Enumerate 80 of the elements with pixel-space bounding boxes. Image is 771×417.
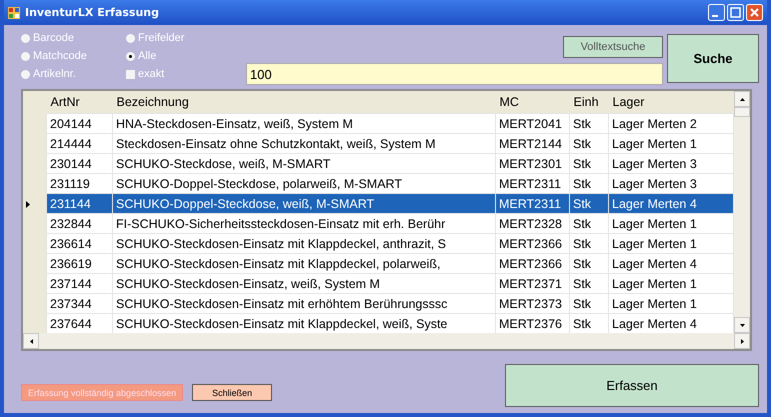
fulltext-search-button[interactable]: Volltextsuche xyxy=(563,36,663,58)
radio-button[interactable] xyxy=(126,52,135,60)
table-cell: SCHUKO-Steckdosen-Einsatz, weiß, System M xyxy=(112,274,496,294)
radio-button[interactable] xyxy=(21,70,30,78)
table-cell: MERT2041 xyxy=(496,114,570,134)
column-header[interactable]: Bezeichnung xyxy=(112,91,496,114)
table-cell: Stk xyxy=(570,254,608,274)
table-cell: Stk xyxy=(570,274,608,294)
table-cell: MERT2311 xyxy=(496,194,570,214)
column-header[interactable]: ArtNr xyxy=(46,91,112,114)
table-cell: Lager Merten 1 xyxy=(608,214,734,234)
scroll-down-icon[interactable] xyxy=(740,324,744,326)
table-cell: 237344 xyxy=(46,294,112,314)
vertical-scrollbar[interactable] xyxy=(734,91,750,333)
window-title: InventurLX Erfassung xyxy=(25,6,159,19)
table-cell: MERT2144 xyxy=(496,134,570,154)
table-cell: Steckdosen-Einsatz ohne Schutzkontakt, weiß, System M xyxy=(112,134,496,154)
table-cell: Stk xyxy=(570,214,608,234)
radio-button[interactable] xyxy=(126,34,135,42)
table-cell: FI-SCHUKO-Sicherheitssteckdosen-Einsatz mit erh. Berühr xyxy=(112,214,496,234)
table-cell: 236619 xyxy=(46,254,112,274)
table-cell: HNA-Steckdosen-Einsatz, weiß, System M xyxy=(112,114,496,134)
close-button[interactable]: Schließen xyxy=(192,384,272,401)
table-cell: MERT2301 xyxy=(496,154,570,174)
table-cell: SCHUKO-Steckdosen-Einsatz mit erhöhtem Berührungsssc xyxy=(112,294,496,314)
option-label: Alle xyxy=(138,50,156,62)
column-header[interactable]: MC xyxy=(496,91,570,114)
radio-button[interactable] xyxy=(21,52,30,60)
app-icon xyxy=(8,6,20,18)
close-icon[interactable] xyxy=(746,4,763,21)
table-cell: 232844 xyxy=(46,214,112,234)
table-cell: SCHUKO-Steckdosen-Einsatz mit Klappdeckel, anthrazit, S xyxy=(112,234,496,254)
table-cell: Lager Merten 4 xyxy=(608,254,734,274)
table-cell: MERT2371 xyxy=(496,274,570,294)
scroll-right-icon[interactable] xyxy=(740,338,744,344)
option-label: Matchcode xyxy=(33,50,87,62)
search-field[interactable]: 100 xyxy=(246,63,663,85)
capture-button[interactable]: Erfassen xyxy=(505,364,759,407)
table-cell: Lager Merten 3 xyxy=(608,154,734,174)
table-cell: 237144 xyxy=(46,274,112,294)
table-cell: MERT2366 xyxy=(496,254,570,274)
table-cell: Lager Merten 1 xyxy=(608,234,734,254)
option-label: Artikelnr. xyxy=(33,68,76,80)
minimize-icon[interactable] xyxy=(708,4,725,21)
scroll-up-icon[interactable] xyxy=(740,98,744,100)
table-cell: MERT2373 xyxy=(496,294,570,314)
table-cell: Lager Merten 1 xyxy=(608,134,734,154)
checkbox[interactable] xyxy=(126,70,135,78)
table-cell: Stk xyxy=(570,114,608,134)
table-cell: Stk xyxy=(570,194,608,214)
table-cell: Lager Merten 2 xyxy=(608,114,734,134)
option-label: Freifelder xyxy=(138,32,184,44)
horizontal-scrollbar[interactable] xyxy=(23,333,750,349)
table-cell: MERT2366 xyxy=(496,234,570,254)
search-button[interactable]: Suche xyxy=(667,34,759,83)
table-cell: Stk xyxy=(570,234,608,254)
table-cell: 204144 xyxy=(46,114,112,134)
table-cell: Lager Merten 1 xyxy=(608,294,734,314)
table-cell: Lager Merten 4 xyxy=(608,194,734,214)
table-cell: Stk xyxy=(570,154,608,174)
table-cell: 236614 xyxy=(46,234,112,254)
table-cell: Stk xyxy=(570,294,608,314)
radio-button[interactable] xyxy=(21,34,30,42)
table-cell: 230144 xyxy=(46,154,112,174)
table-cell: 214444 xyxy=(46,134,112,154)
table-cell: 231144 xyxy=(46,194,112,214)
table-cell: MERT2328 xyxy=(496,214,570,234)
maximize-icon[interactable] xyxy=(727,4,744,21)
option-label: exakt xyxy=(138,68,164,80)
table-cell: Stk xyxy=(570,134,608,154)
scroll-left-icon[interactable] xyxy=(30,338,32,344)
column-header[interactable]: Lager xyxy=(608,91,734,114)
option-label: Barcode xyxy=(33,32,74,44)
scrollbar-thumb[interactable] xyxy=(734,107,750,117)
table-cell: Lager Merten 1 xyxy=(608,274,734,294)
column-header[interactable]: Einh xyxy=(570,91,608,114)
table-cell: SCHUKO-Steckdose, weiß, M-SMART xyxy=(112,154,496,174)
table-cell: SCHUKO-Doppel-Steckdose, weiß, M-SMART xyxy=(112,194,496,214)
table-cell: SCHUKO-Steckdosen-Einsatz mit Klappdeckel, polarweiß, xyxy=(112,254,496,274)
row-pointer-icon xyxy=(26,200,30,208)
